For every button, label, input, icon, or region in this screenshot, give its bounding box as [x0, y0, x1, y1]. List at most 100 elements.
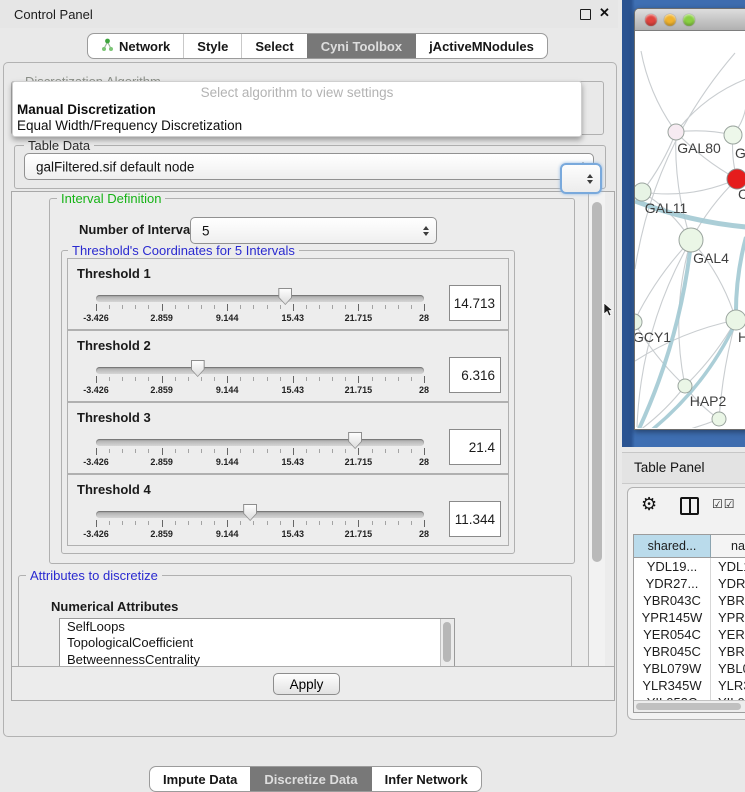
network-node-h[interactable]: [726, 310, 745, 330]
apply-button[interactable]: Apply: [273, 673, 340, 695]
algorithm-select-stepper-icon[interactable]: [587, 174, 593, 184]
table-cell[interactable]: YLR3: [711, 677, 745, 694]
network-node-hap2[interactable]: [678, 379, 692, 393]
tick-mark: [398, 521, 399, 525]
attribute-item-topologicalcoefficient[interactable]: TopologicalCoefficient: [60, 635, 454, 651]
select-columns-icon[interactable]: ☑☑: [712, 497, 736, 511]
algorithm-option-manual-discretization[interactable]: Manual Discretization: [13, 102, 581, 118]
table-row[interactable]: YPR145WYPR1: [634, 609, 745, 626]
table-cell[interactable]: YBR0: [711, 643, 745, 660]
algorithm-option-equal-width-frequency-discretization[interactable]: Equal Width/Frequency Discretization: [13, 118, 581, 134]
tab-impute-data[interactable]: Impute Data: [150, 767, 250, 791]
threshold-value-field[interactable]: 11.344: [449, 501, 501, 537]
table-row[interactable]: YBR043CYBR0: [634, 592, 745, 609]
threshold-value-field[interactable]: 14.713: [449, 285, 501, 321]
table-cell[interactable]: YER0: [711, 626, 745, 643]
tick-mark: [135, 377, 136, 381]
table-row[interactable]: YLR345WYLR3: [634, 677, 745, 694]
threshold-value-field[interactable]: 21.4: [449, 429, 501, 465]
table-row[interactable]: YBR045CYBR0: [634, 643, 745, 660]
tick-mark: [306, 377, 307, 381]
tick-mark: [358, 520, 359, 527]
table-data-select[interactable]: galFiltered.sif default node: [24, 153, 594, 180]
table-cell[interactable]: YDL1: [711, 558, 745, 575]
table-cell[interactable]: YBR0: [711, 592, 745, 609]
table-cell[interactable]: YPR145W: [634, 609, 711, 626]
table-cell[interactable]: YER054C: [634, 626, 711, 643]
network-window-titlebar[interactable]: [635, 9, 745, 31]
network-edge: [676, 79, 745, 132]
close-panel-icon[interactable]: ✕: [599, 5, 610, 21]
tick-mark: [319, 377, 320, 381]
tab-network[interactable]: Network: [88, 34, 183, 58]
split-columns-icon[interactable]: [680, 497, 699, 515]
network-node-gal4[interactable]: [679, 228, 703, 252]
zoom-window-icon[interactable]: [683, 14, 695, 26]
network-node-gal80[interactable]: [668, 124, 684, 140]
tick-mark: [96, 304, 97, 311]
tick-mark: [201, 449, 202, 453]
tick-mark: [372, 521, 373, 525]
threshold-value-field[interactable]: 6.316: [449, 357, 501, 393]
number-of-intervals-select[interactable]: 5: [190, 217, 437, 244]
tick-mark: [214, 377, 215, 381]
table-cell[interactable]: YDL19...: [634, 558, 711, 575]
tab-label: Network: [119, 39, 170, 54]
threshold-slider-thumb[interactable]: [191, 360, 205, 377]
table-horizontal-scrollbar[interactable]: [634, 700, 745, 712]
table-cell[interactable]: YBR043C: [634, 592, 711, 609]
table-cell[interactable]: YBR045C: [634, 643, 711, 660]
tick-label: -3.426: [83, 457, 109, 467]
tick-mark: [188, 305, 189, 309]
node-label-ga: GA: [735, 145, 745, 161]
threshold-slider-thumb[interactable]: [278, 288, 292, 305]
network-node-ga[interactable]: [724, 126, 742, 144]
network-node-gal11[interactable]: [635, 183, 651, 201]
table-cell[interactable]: YBL079W: [634, 660, 711, 677]
table-cell[interactable]: YDR27...: [634, 575, 711, 592]
tick-label: 21.715: [345, 313, 373, 323]
network-node-node[interactable]: [712, 412, 726, 426]
tab-discretize-data[interactable]: Discretize Data: [250, 767, 370, 791]
tick-mark: [293, 304, 294, 311]
threshold-label: Threshold 2: [77, 338, 151, 353]
close-window-icon[interactable]: [645, 14, 657, 26]
threshold-slider-track[interactable]: [96, 367, 424, 374]
network-node-gcy1[interactable]: [635, 314, 642, 330]
gear-icon[interactable]: ⚙: [641, 494, 657, 515]
tab-infer-network[interactable]: Infer Network: [371, 767, 481, 791]
table-row[interactable]: YBL079WYBL0: [634, 660, 745, 677]
tick-mark: [267, 377, 268, 381]
settings-scrollbar-thumb[interactable]: [592, 202, 602, 562]
table-hscrollbar-thumb[interactable]: [636, 703, 741, 710]
algorithm-select[interactable]: [560, 163, 602, 194]
threshold-slider-track[interactable]: [96, 439, 424, 446]
table-row[interactable]: YER054CYER0: [634, 626, 745, 643]
tab-style[interactable]: Style: [183, 34, 241, 58]
column-header-na[interactable]: na: [711, 535, 745, 557]
number-of-intervals-label: Number of Intervals: [79, 222, 201, 237]
table-cell[interactable]: YBL0: [711, 660, 745, 677]
table-cell[interactable]: YPR1: [711, 609, 745, 626]
table-cell[interactable]: YDR2: [711, 575, 745, 592]
tick-mark: [175, 377, 176, 381]
tab-cyni-toolbox[interactable]: Cyni Toolbox: [307, 34, 415, 58]
threshold-label: Threshold 4: [77, 482, 151, 497]
threshold-slider-thumb[interactable]: [348, 432, 362, 449]
network-canvas[interactable]: GAL80GACGAL11GAL4GCY1HHAP2: [635, 31, 745, 428]
tab-select[interactable]: Select: [241, 34, 306, 58]
number-of-intervals-stepper-icon[interactable]: [423, 226, 429, 236]
float-panel-icon[interactable]: [580, 9, 591, 20]
column-header-shared[interactable]: shared...: [634, 535, 711, 557]
attribute-item-selfloops[interactable]: SelfLoops: [60, 619, 454, 635]
threshold-slider-track[interactable]: [96, 511, 424, 518]
threshold-slider-track[interactable]: [96, 295, 424, 302]
table-row[interactable]: YDR27...YDR2: [634, 575, 745, 592]
tab-jactivemnodules[interactable]: jActiveMNodules: [415, 34, 547, 58]
tick-mark: [267, 305, 268, 309]
minimize-window-icon[interactable]: [664, 14, 676, 26]
threshold-slider-thumb[interactable]: [243, 504, 257, 521]
settings-scrollbar[interactable]: [588, 192, 605, 666]
table-cell[interactable]: YLR345W: [634, 677, 711, 694]
table-row[interactable]: YDL19...YDL1: [634, 558, 745, 575]
